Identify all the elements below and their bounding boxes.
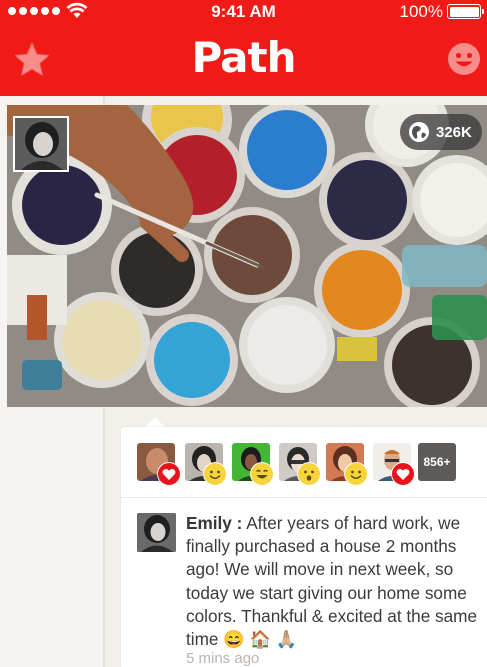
view-count: 326K [436, 123, 472, 141]
nav-header: 9:41 AM 100% Path [0, 0, 487, 96]
heart-reaction-icon [391, 462, 415, 486]
battery-icon [447, 4, 484, 19]
status-bar: 9:41 AM 100% [0, 0, 487, 24]
surprised-reaction-icon [297, 462, 321, 486]
smiley-icon[interactable] [447, 42, 481, 76]
moment-photo[interactable] [7, 105, 487, 407]
smile-reaction-icon [344, 462, 368, 486]
smile-reaction-icon [203, 462, 227, 486]
post-body: Emily : After years of hard work, we fin… [186, 512, 482, 651]
heart-reaction-icon [157, 462, 181, 486]
laugh-reaction-icon [250, 462, 274, 486]
post-timestamp: 5 mins ago [186, 650, 260, 667]
author-avatar[interactable] [137, 513, 176, 552]
view-count-badge[interactable]: 326K [400, 114, 482, 150]
owner-avatar[interactable] [13, 116, 69, 172]
more-reactions-button[interactable]: 856+ [418, 443, 456, 481]
globe-icon [409, 122, 429, 142]
post-author[interactable]: Emily : [186, 513, 242, 533]
card-divider [121, 497, 487, 498]
app-title: Path [191, 33, 297, 82]
paint-cans-image [7, 105, 487, 407]
post-emoji: 😄 🏠 🙏🏼 [223, 629, 298, 650]
battery-percentage: 100% [399, 2, 443, 21]
